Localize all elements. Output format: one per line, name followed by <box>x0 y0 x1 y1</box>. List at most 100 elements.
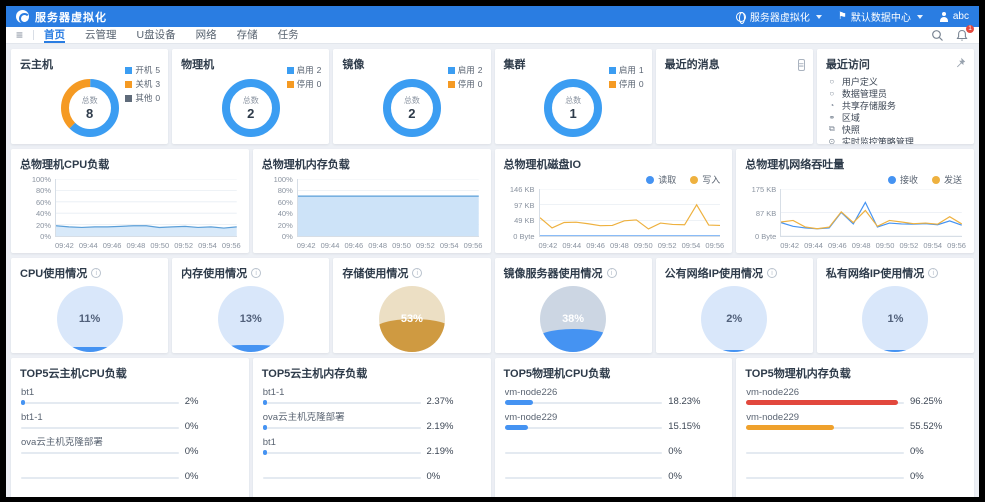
top5-value: 96.25% <box>910 396 964 407</box>
legend-item: 写入 <box>690 173 720 186</box>
top5-row: 0% <box>505 462 723 487</box>
liquid-gauge: 1% <box>862 286 928 352</box>
top5-value: 2.19% <box>427 421 481 432</box>
top5-row: bt12.19% <box>263 437 481 462</box>
info-icon[interactable]: i <box>767 268 777 278</box>
chart-area: 146 KB97 KB49 KB0 Byte <box>503 189 721 237</box>
top5-track <box>21 477 179 479</box>
top5-value: 0% <box>668 496 722 497</box>
liquid-gauge: 2% <box>701 286 767 352</box>
visit-item[interactable]: ⊙实时监控策略管理 <box>827 135 964 144</box>
top5-row: 0% <box>505 487 723 497</box>
message-list-icon[interactable]: ≡ <box>798 55 805 73</box>
legend-dot <box>932 176 940 184</box>
top5-rows: bt1-12.37%ova云主机克隆部署2.19%bt12.19%0%0% <box>253 381 491 497</box>
summary-card-3: 集群启用1停用0总数1 <box>495 49 652 144</box>
top5-track <box>746 452 904 454</box>
info-icon[interactable]: i <box>412 268 422 278</box>
datacenter-menu[interactable]: ⚑ 默认数据中心 <box>838 9 923 24</box>
total-value: 2 <box>408 106 415 121</box>
top5-value: 0% <box>185 446 239 457</box>
top5-rows: bt12%bt1-10%ova云主机克隆部署0%0%0% <box>11 381 249 497</box>
visit-item-label: 实时监控策略管理 <box>842 135 914 144</box>
gauge-card-5: 私有网络IP使用情况i 1% <box>817 258 974 353</box>
top5-value: 2.19% <box>427 446 481 457</box>
gauge-value: 13% <box>218 286 284 352</box>
tab-0[interactable]: 首页 <box>44 27 65 43</box>
donut-legend: 启用1停用0 <box>609 64 644 90</box>
card-title: 总物理机磁盘IO <box>495 149 733 172</box>
gauge-card-1: 内存使用情况i13% <box>172 258 329 353</box>
chart-legend: 接收发送 <box>888 173 962 186</box>
x-tick: 09:48 <box>852 241 871 250</box>
donut-chart: 总数2 <box>383 79 441 137</box>
plot-area <box>55 179 237 237</box>
menu-toggle-icon[interactable]: ≡ <box>16 28 23 42</box>
user-menu[interactable]: abc <box>939 11 969 22</box>
x-tick: 09:52 <box>416 241 435 250</box>
top5-value: 2.37% <box>427 396 481 407</box>
chevron-down-icon <box>917 15 923 19</box>
search-icon[interactable] <box>931 29 944 42</box>
gauge-title: 存储使用情况 <box>342 265 408 281</box>
trend-chart-card-0: 总物理机CPU负载100%80%60%40%20%0%09:4209:4409:… <box>11 149 249 253</box>
visit-item[interactable]: ◔共享存储服务 <box>827 99 964 111</box>
card-title: 总物理机网络吞吐量 <box>736 149 974 172</box>
top5-row: ova云主机克隆部署0% <box>21 437 239 462</box>
info-icon[interactable]: i <box>91 268 101 278</box>
visit-item-label: 数据管理员 <box>842 87 887 99</box>
info-icon[interactable]: i <box>251 268 261 278</box>
top5-track <box>21 402 179 404</box>
legend-swatch <box>609 81 616 88</box>
visit-item[interactable]: ⧉快照 <box>827 123 964 135</box>
legend-label: 其他 <box>135 92 152 104</box>
visit-item[interactable]: ○数据管理员 <box>827 87 964 99</box>
legend-value: 0 <box>317 79 322 89</box>
x-tick: 09:44 <box>804 241 823 250</box>
total-value: 1 <box>569 106 576 121</box>
legend-item: 启用2 <box>448 64 483 76</box>
info-icon[interactable]: i <box>607 268 617 278</box>
tab-1[interactable]: 云管理 <box>85 27 117 43</box>
donut-legend: 启用2停用0 <box>287 64 322 90</box>
gauge-value: 38% <box>540 286 606 352</box>
total-value: 2 <box>247 106 254 121</box>
x-axis-labels: 09:4209:4409:4609:4809:5009:5209:5409:56 <box>780 241 966 250</box>
tab-3[interactable]: 网络 <box>196 27 217 43</box>
donut-center: 总数8 <box>61 79 119 137</box>
dashboard-content: 云主机开机5关机3其他0总数8物理机启用2停用0总数2镜像启用2停用0总数2集群… <box>6 44 979 497</box>
card-title: 公有网络IP使用情况i <box>656 258 813 281</box>
chevron-down-icon <box>816 15 822 19</box>
legend-value: 2 <box>317 65 322 75</box>
donut-chart: 总数8 <box>61 79 119 137</box>
card-title: TOP5云主机内存负载 <box>253 358 491 381</box>
top5-bar <box>746 400 898 405</box>
pin-icon[interactable] <box>955 55 966 73</box>
tab-2[interactable]: U盘设备 <box>137 27 176 43</box>
top5-rows: vm-node22696.25%vm-node22955.52%0%0%0% <box>736 381 974 497</box>
tab-4[interactable]: 存储 <box>237 27 258 43</box>
legend-label: 启用 <box>619 64 636 76</box>
visit-item-label: 用户定义 <box>842 75 878 87</box>
donut-chart: 总数2 <box>222 79 280 137</box>
x-tick: 09:50 <box>634 241 653 250</box>
top5-track <box>263 452 421 454</box>
tab-5[interactable]: 任务 <box>278 27 299 43</box>
info-icon[interactable]: i <box>928 268 938 278</box>
x-tick: 09:54 <box>923 241 942 250</box>
top5-bar <box>746 425 834 430</box>
chart-area: 175 KB87 KB0 Byte <box>744 189 962 237</box>
donut-center: 总数1 <box>544 79 602 137</box>
total-label: 总数 <box>565 95 581 106</box>
bell-icon[interactable]: 1 <box>956 29 969 42</box>
visit-item[interactable]: ⚭区域 <box>827 111 964 123</box>
card-title: 私有网络IP使用情况i <box>817 258 974 281</box>
region-menu[interactable]: 服务器虚拟化 <box>736 9 822 24</box>
top5-card-0: TOP5云主机CPU负载bt12%bt1-10%ova云主机克隆部署0%0%0% <box>11 358 249 497</box>
x-tick: 09:46 <box>103 241 122 250</box>
visit-item[interactable]: ○ 用户定义 <box>827 75 964 87</box>
legend-value: 2 <box>478 65 483 75</box>
visit-item-icon: ○ <box>827 77 837 86</box>
app-logo <box>16 10 29 23</box>
y-tick: 100% <box>32 175 51 184</box>
